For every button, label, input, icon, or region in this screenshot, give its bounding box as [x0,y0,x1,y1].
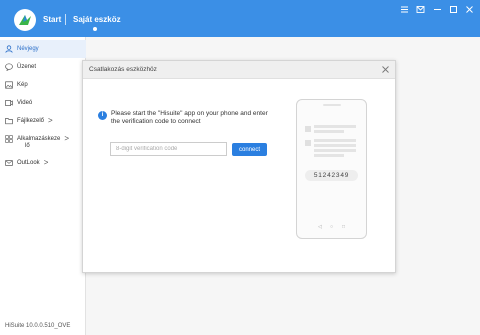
close-icon[interactable] [381,65,390,74]
connect-button[interactable]: connect [232,143,267,156]
feedback-icon[interactable] [416,5,425,14]
person-icon [5,45,13,53]
nav-start[interactable]: Start [43,15,61,24]
menu-icon[interactable] [400,5,409,14]
connect-device-dialog: Csatlakozás eszközhöz i Please start the… [82,60,396,273]
sidebar-item-label: OutLook [17,160,40,166]
sidebar-item-outlook[interactable]: OutLook > [0,154,86,172]
apps-icon [5,135,13,143]
sidebar-item-messages[interactable]: Üzenet [0,58,86,76]
phone-placeholder-line [314,149,356,152]
phone-placeholder-line [314,139,356,142]
maximize-icon[interactable] [449,5,458,14]
phone-placeholder-line [314,154,344,157]
folder-icon [5,118,13,125]
minimize-icon[interactable] [433,5,442,14]
sidebar-item-label-line1: Alkalmazáskeze [17,136,61,142]
sidebar-item-photos[interactable]: Kép [0,76,86,94]
phone-recent-icon: □ [342,224,346,230]
image-icon [5,81,13,89]
chevron-right-icon: > [64,134,70,143]
phone-speaker [323,104,341,106]
sidebar-item-contacts[interactable]: Névjegy [0,40,86,58]
dialog-header: Csatlakozás eszközhöz [83,61,395,79]
sidebar-item-label: Névjegy [17,46,39,52]
sidebar-item-label: Kép [17,82,28,88]
nav-active-indicator [93,27,97,31]
phone-placeholder-line [314,130,344,133]
video-icon [5,100,13,106]
phone-verification-code: 51242349 [305,170,358,181]
phone-placeholder-line [314,125,356,128]
phone-back-icon: ◁ [318,224,322,230]
sidebar-item-label: Videó [17,100,33,106]
sidebar-item-videos[interactable]: Videó [0,94,86,112]
mail-icon [5,160,13,166]
nav-my-device[interactable]: Saját eszköz [73,15,121,24]
phone-home-icon: ○ [330,224,334,230]
nav-separator [65,14,66,25]
version-label: HiSuite 10.0.0.510_OVE [5,323,71,329]
connect-instructions: Please start the "Hisuite" app on your p… [111,110,268,125]
verification-code-input[interactable] [110,142,227,156]
phone-illustration: 51242349 ◁ ○ □ [296,99,367,239]
sidebar-item-label: Üzenet [17,64,37,70]
sidebar-item-label: Fájlkezelő [17,118,45,124]
dialog-title: Csatlakozás eszközhöz [89,66,157,73]
phone-placeholder-block [305,126,311,132]
hisuite-logo-icon [14,9,36,31]
chevron-right-icon: > [43,158,49,167]
info-icon: i [98,111,107,120]
phone-placeholder-block [305,140,311,146]
hisuite-window: Start Saját eszköz Névjegy Üzenet Kép Vi… [0,0,480,335]
sidebar: Névjegy Üzenet Kép Videó Fájlkezelő > Al… [0,37,86,335]
sidebar-item-label: Alkalmazáskeze lő [17,136,60,150]
close-window-icon[interactable] [465,5,474,14]
phone-placeholder-line [314,144,356,147]
sidebar-item-label-line2: lő [25,143,30,149]
sidebar-item-files[interactable]: Fájlkezelő > [0,112,86,130]
chevron-right-icon: > [48,116,53,125]
sidebar-item-apps[interactable]: Alkalmazáskeze lő > [0,130,86,152]
chat-icon [5,63,13,71]
title-bar: Start Saját eszköz [0,0,480,37]
